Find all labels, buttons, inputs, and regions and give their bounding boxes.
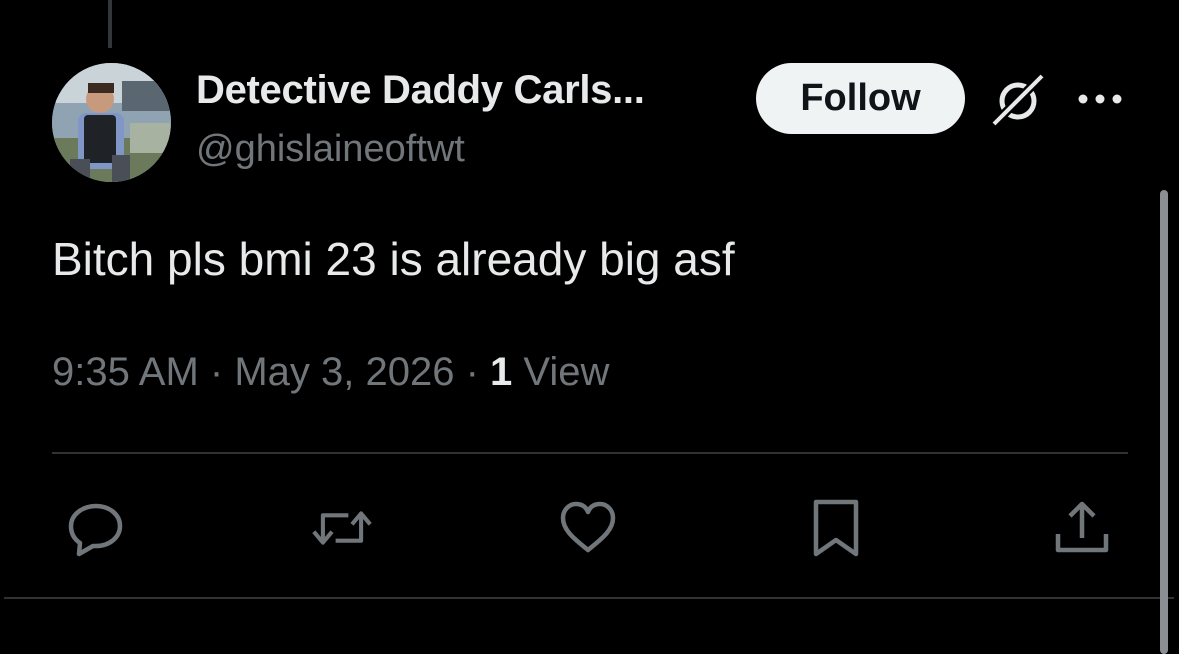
- follow-button[interactable]: Follow: [756, 63, 965, 134]
- grok-icon[interactable]: [990, 72, 1046, 128]
- thread-connector-line: [108, 0, 112, 48]
- reply-icon: [68, 503, 123, 557]
- divider: [4, 597, 1174, 599]
- meta-separator: ·: [454, 350, 490, 394]
- bookmark-icon: [813, 499, 859, 557]
- view-label: View: [512, 350, 610, 394]
- tweet-detail-page: Detective Daddy Carls... @ghislaineoftwt…: [0, 0, 1179, 654]
- tweet-time[interactable]: 9:35 AM: [52, 350, 199, 394]
- author-handle[interactable]: @ghislaineoftwt: [196, 128, 465, 171]
- more-horizontal-icon[interactable]: [1076, 90, 1124, 108]
- share-button[interactable]: [1052, 498, 1112, 558]
- tweet-meta: 9:35 AM · May 3, 2026 · 1 View: [52, 350, 609, 395]
- retweet-icon: [312, 511, 372, 545]
- author-display-name[interactable]: Detective Daddy Carls...: [196, 68, 645, 113]
- share-icon: [1055, 501, 1109, 553]
- reply-button[interactable]: [66, 498, 126, 558]
- heart-icon: [560, 501, 616, 553]
- view-count: 1: [490, 350, 513, 394]
- like-button[interactable]: [558, 498, 618, 558]
- action-bar: [0, 498, 1179, 558]
- divider: [52, 452, 1128, 454]
- tweet-text: Bitch pls bmi 23 is already big asf: [52, 233, 735, 285]
- avatar[interactable]: [52, 63, 171, 182]
- scrollbar[interactable]: [1160, 190, 1168, 654]
- meta-separator: ·: [198, 350, 235, 394]
- retweet-button[interactable]: [312, 498, 372, 558]
- tweet-date[interactable]: May 3, 2026: [234, 350, 454, 394]
- bookmark-button[interactable]: [806, 498, 866, 558]
